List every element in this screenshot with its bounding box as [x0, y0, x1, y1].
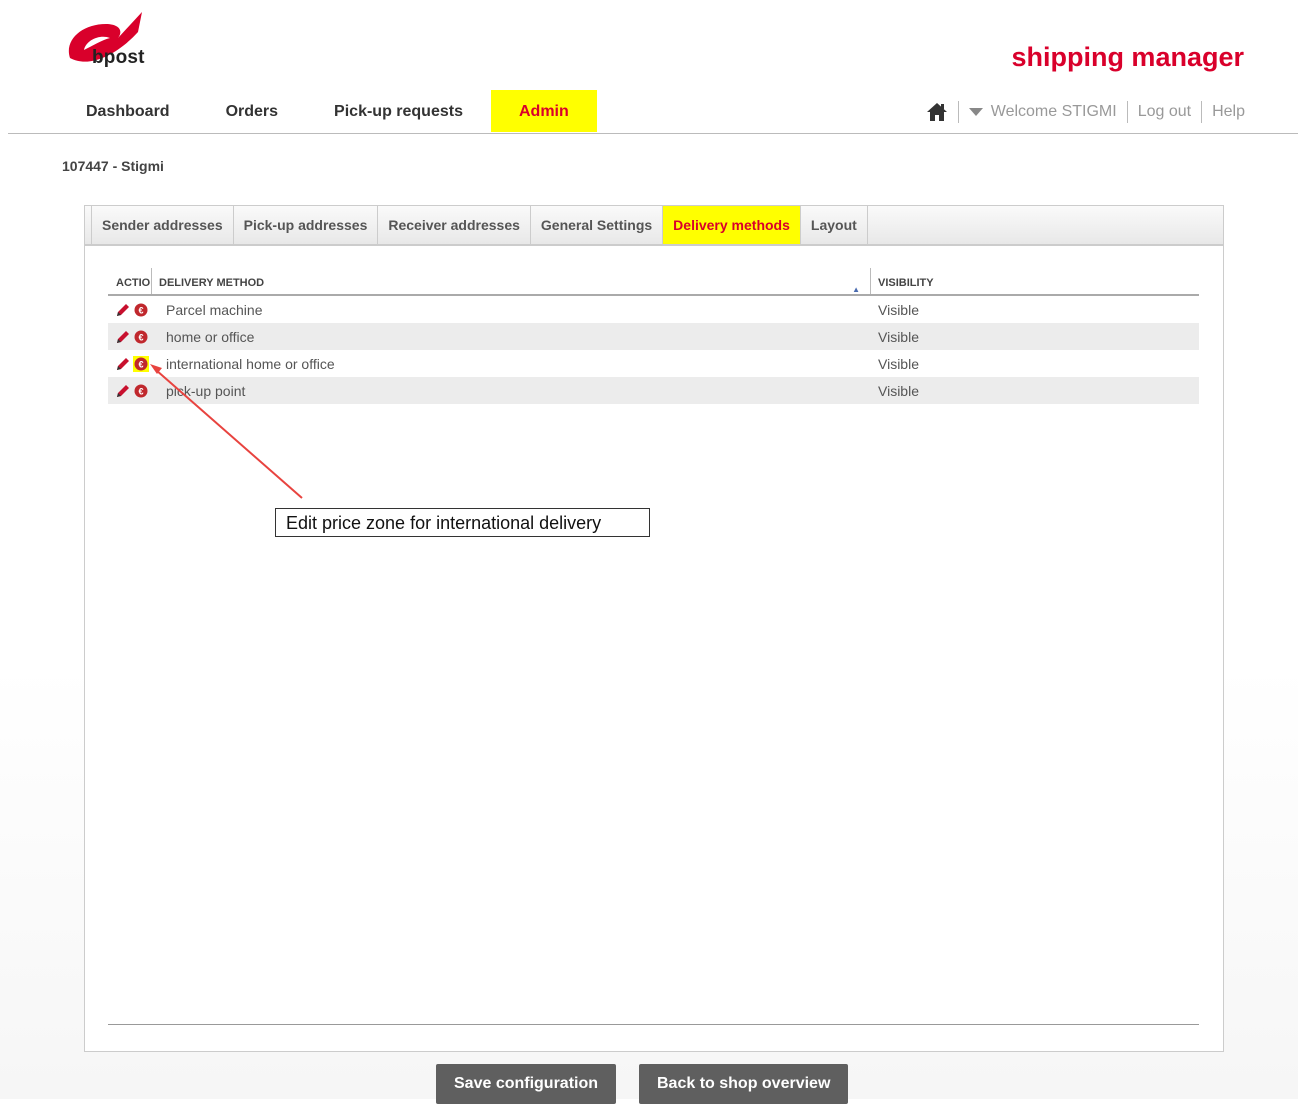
shop-identifier: 107447 - Stigmi [62, 158, 164, 174]
welcome-user-menu[interactable]: Welcome STIGMI [991, 103, 1117, 121]
tab-delivery-methods[interactable]: Delivery methods [663, 206, 801, 244]
svg-text:€: € [138, 332, 143, 342]
visibility-value: Visible [878, 328, 919, 345]
separator [957, 101, 959, 123]
svg-text:€: € [138, 359, 143, 369]
edit-pencil-icon[interactable] [115, 383, 131, 399]
column-header-delivery-method[interactable]: DELIVERY METHOD ▲ [152, 268, 871, 294]
table-row[interactable]: € Parcel machine Visible [108, 296, 1199, 323]
nav-orders[interactable]: Orders [198, 90, 306, 132]
delivery-method-name: Parcel machine [166, 301, 263, 318]
tab-sender-addresses[interactable]: Sender addresses [91, 206, 234, 244]
price-zone-icon[interactable]: € [133, 302, 149, 318]
save-configuration-button[interactable]: Save configuration [436, 1064, 617, 1104]
nav-admin[interactable]: Admin [490, 90, 597, 132]
row-actions: € [108, 355, 159, 372]
table-row[interactable]: € international home or office Visible [108, 350, 1199, 377]
app-title: shipping manager [1011, 42, 1244, 72]
delivery-methods-grid: ACTIONS DELIVERY METHOD ▲ VISIBILITY € P… [108, 268, 1199, 404]
main-nav: Dashboard Orders Pick-up requests Admin [58, 90, 597, 132]
price-zone-icon[interactable]: € [133, 383, 149, 399]
row-actions: € [108, 302, 159, 318]
delivery-method-name: home or office [166, 328, 255, 345]
tab-general-settings[interactable]: General Settings [531, 206, 664, 244]
svg-text:€: € [138, 386, 143, 396]
admin-panel: Sender addresses Pick-up addresses Recei… [84, 205, 1224, 1052]
logout-link[interactable]: Log out [1138, 103, 1191, 121]
row-actions: € [108, 329, 159, 345]
separator [1126, 101, 1128, 123]
visibility-value: Visible [878, 301, 919, 318]
table-row[interactable]: € pick-up point Visible [108, 377, 1199, 404]
sort-ascending-icon[interactable]: ▲ [852, 275, 860, 294]
edit-pencil-icon[interactable] [115, 329, 131, 345]
svg-text:€: € [138, 305, 143, 315]
separator [1201, 101, 1203, 123]
logo-text: bpost [92, 47, 145, 68]
header-divider [8, 133, 1298, 134]
tab-receiver-addresses[interactable]: Receiver addresses [378, 206, 531, 244]
visibility-value: Visible [878, 355, 919, 372]
grid-footer-line [108, 1024, 1199, 1025]
nav-pickup-requests[interactable]: Pick-up requests [306, 90, 491, 132]
tab-layout[interactable]: Layout [801, 206, 868, 244]
price-zone-icon[interactable]: € [133, 329, 149, 345]
table-row[interactable]: € home or office Visible [108, 323, 1199, 350]
admin-tabs: Sender addresses Pick-up addresses Recei… [85, 206, 1223, 246]
help-link[interactable]: Help [1212, 103, 1245, 121]
delivery-method-name: international home or office [166, 355, 335, 372]
delivery-method-name: pick-up point [166, 382, 246, 399]
user-bar: Welcome STIGMI Log out Help [926, 100, 1245, 124]
chevron-down-icon[interactable] [968, 108, 983, 116]
home-icon[interactable] [926, 102, 948, 122]
tab-pickup-addresses[interactable]: Pick-up addresses [234, 206, 379, 244]
grid-header: ACTIONS DELIVERY METHOD ▲ VISIBILITY [108, 268, 1199, 296]
column-header-visibility[interactable]: VISIBILITY [871, 268, 1199, 294]
annotation-callout: Edit price zone for international delive… [275, 508, 650, 537]
visibility-value: Visible [878, 382, 919, 399]
column-header-label: DELIVERY METHOD [159, 277, 265, 289]
nav-dashboard[interactable]: Dashboard [58, 90, 198, 132]
edit-pencil-icon[interactable] [115, 356, 131, 372]
column-header-actions[interactable]: ACTIONS [108, 268, 152, 294]
edit-pencil-icon[interactable] [115, 302, 131, 318]
back-to-shop-overview-button[interactable]: Back to shop overview [639, 1064, 849, 1104]
row-actions: € [108, 383, 159, 399]
price-zone-icon[interactable]: € [133, 355, 149, 372]
